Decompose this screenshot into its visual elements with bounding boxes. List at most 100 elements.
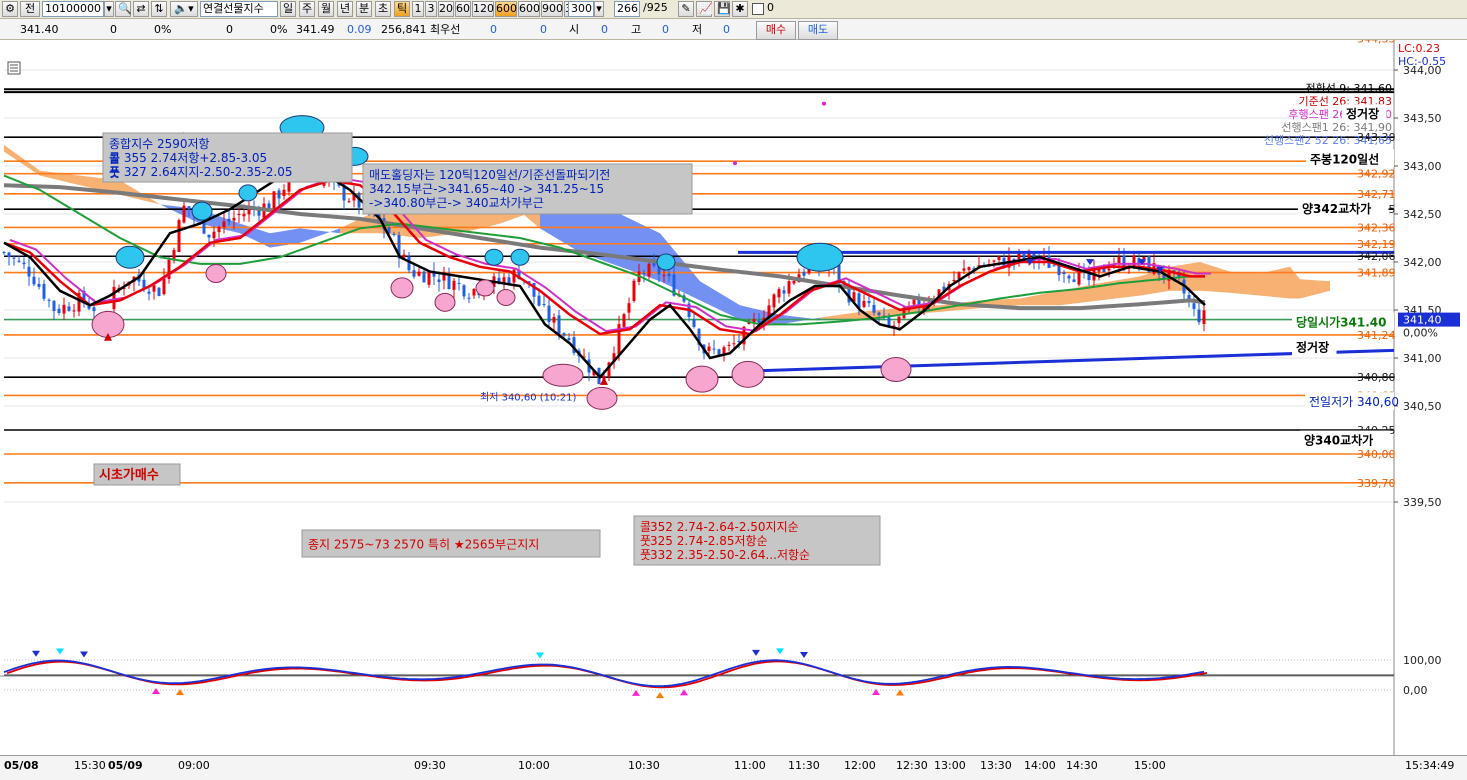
osc-down-arrow-icon: [536, 652, 544, 659]
candle-body: [542, 303, 546, 306]
cloud-segment: [4, 144, 40, 176]
buy-button[interactable]: 매수: [756, 21, 796, 40]
cloud-segment: [1260, 266, 1290, 299]
save-icon[interactable]: 💾: [714, 1, 731, 17]
price-chart[interactable]: 최고 343,30 (09:11)최저 340,60 (10:21) 종합지수 …: [0, 32, 1467, 755]
candle-body: [2, 252, 6, 254]
osc-up-arrow-icon: [656, 692, 664, 699]
candle-body: [52, 300, 56, 312]
candle-body: [412, 270, 416, 277]
time-tick-label: 11:30: [788, 759, 820, 772]
candle-body: [647, 263, 651, 277]
candle-body: [627, 303, 631, 313]
osc-up-arrow-icon: [872, 689, 880, 696]
candle-body: [662, 275, 666, 277]
candle-body: [557, 315, 561, 334]
quote-bar: 341.40 0 0% 0 0% 341.49 0.09 256,841 최우선…: [0, 19, 1467, 40]
cloud-segment: [1300, 279, 1330, 299]
candle-body: [237, 213, 241, 216]
option-checkbox[interactable]: [752, 3, 764, 15]
candle-body: [957, 271, 961, 279]
tick-button[interactable]: 3: [425, 1, 437, 17]
candle-body: [772, 294, 776, 308]
period-button[interactable]: 일: [280, 1, 296, 17]
price-tick-label: 342,71: [1357, 188, 1396, 201]
tick-button[interactable]: 120: [472, 1, 494, 17]
candle-body: [962, 268, 966, 271]
oscillator-panel: [3, 648, 1394, 699]
candle-body: [967, 267, 971, 271]
period-button[interactable]: 년: [337, 1, 353, 17]
candle-body: [1052, 265, 1056, 267]
code-dropdown-icon[interactable]: ▾: [104, 1, 114, 17]
quote-price: 341.40: [20, 23, 59, 36]
chart-area[interactable]: 최고 343,30 (09:11)최저 340,60 (10:21) 종합지수 …: [0, 32, 1467, 755]
note-text: 종지 2575~73 2570 특히 ★2565부근지지: [308, 538, 539, 552]
candle-body: [47, 299, 51, 301]
candle-body: [12, 257, 16, 259]
count-display[interactable]: 266: [614, 1, 640, 17]
legend-entry: 선행스팬1 26: 341,90: [1281, 121, 1392, 134]
code-input[interactable]: 10100000: [42, 1, 104, 17]
price-tick-label: 342,36: [1357, 221, 1396, 234]
spin-icon[interactable]: ⇅: [151, 1, 167, 17]
time-tick-label: 05/09: [108, 759, 143, 772]
tick-button[interactable]: 600: [495, 1, 517, 17]
period-button[interactable]: 초: [375, 1, 391, 17]
osc-up-arrow-icon: [680, 689, 688, 696]
period-selector-label[interactable]: 전: [20, 1, 40, 17]
osc-main-line: [3, 659, 1205, 687]
time-tick-label: 13:00: [934, 759, 966, 772]
candle-body: [692, 319, 696, 327]
best-label: 최우선: [430, 23, 461, 36]
level-label: 양342교차가: [1302, 201, 1371, 216]
price-tick-label: 340,00: [1357, 448, 1396, 461]
candle-body: [727, 344, 731, 346]
tick-button[interactable]: 600: [518, 1, 540, 17]
search-icon[interactable]: 🔍: [115, 1, 132, 17]
candle-body: [277, 190, 281, 199]
tools-icon[interactable]: ✎: [678, 1, 694, 17]
note-side-label: 풋: [640, 548, 651, 562]
candle-body: [417, 271, 421, 276]
tick-dropdown-icon[interactable]: ▾: [594, 1, 604, 17]
candle-body: [992, 260, 996, 262]
candle-body: [722, 347, 726, 354]
candle-body: [227, 218, 231, 222]
cloud-segment: [1230, 271, 1260, 296]
candle-body: [1107, 268, 1111, 271]
settings-icon[interactable]: ⚙: [2, 1, 18, 17]
tick-button[interactable]: 1: [412, 1, 424, 17]
period-button[interactable]: 분: [356, 1, 372, 17]
period-button[interactable]: 틱: [394, 1, 410, 17]
option-checkbox-label: 0: [767, 1, 774, 14]
low-annotation: 최저 340,60 (10:21): [480, 391, 576, 403]
candle-body: [212, 231, 216, 239]
candle-body: [567, 338, 571, 340]
candle-body: [1022, 254, 1026, 259]
tick-button[interactable]: 900: [541, 1, 563, 17]
best1: 0: [490, 23, 497, 36]
candle-body: [952, 279, 956, 282]
price-tick-label: 339,50: [1403, 496, 1442, 509]
candle-body: [777, 289, 781, 298]
level-label: 정거장: [1346, 106, 1379, 121]
sell-button[interactable]: 매도: [798, 21, 838, 40]
candle-body: [802, 271, 806, 276]
link-icon[interactable]: ⇄: [133, 1, 149, 17]
tick-button[interactable]: 60: [455, 1, 471, 17]
chart-type-icon[interactable]: 📈: [696, 1, 713, 17]
candle-body: [467, 297, 471, 299]
candle-body: [27, 266, 31, 277]
period-button[interactable]: 주: [299, 1, 315, 17]
candle-body: [507, 277, 511, 284]
signal-ellipse-cyan: [656, 253, 676, 271]
price-tick-label: 340,80: [1357, 371, 1396, 384]
sound-icon[interactable]: 🔈▾: [170, 1, 198, 17]
time-tick-label: 09:00: [178, 759, 210, 772]
period-button[interactable]: 월: [318, 1, 334, 17]
tick-input[interactable]: 300: [568, 1, 594, 17]
osc-down-arrow-icon: [752, 649, 760, 656]
tick-button[interactable]: 20: [438, 1, 454, 17]
gear-icon[interactable]: ✱: [732, 1, 748, 17]
